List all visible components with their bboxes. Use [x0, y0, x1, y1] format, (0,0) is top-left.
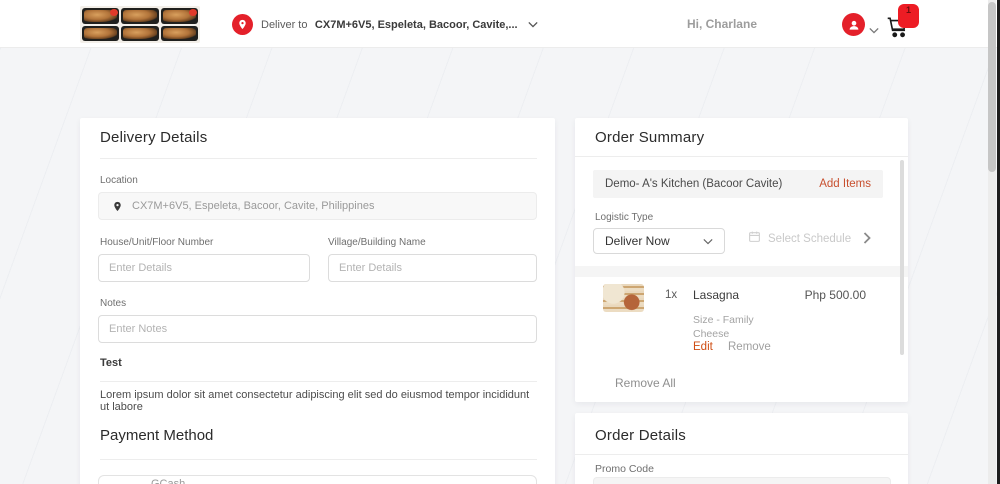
divider	[100, 381, 537, 382]
deliver-address: CX7M+6V5, Espeleta, Bacoor, Cavite,...	[314, 19, 518, 31]
location-field[interactable]: CX7M+6V5, Espeleta, Bacoor, Cavite, Phil…	[98, 192, 537, 220]
chevron-down-icon[interactable]	[869, 21, 879, 39]
test-section-heading: Test	[100, 357, 122, 369]
chevron-down-icon	[703, 232, 713, 250]
location-pin-icon	[232, 13, 253, 35]
order-details-title: Order Details	[595, 427, 686, 444]
house-number-input[interactable]	[98, 254, 310, 282]
item-edit-link[interactable]: Edit	[693, 341, 713, 353]
deliver-prefix: Deliver to	[261, 19, 308, 31]
order-details-card: Order Details Promo Code	[575, 413, 908, 484]
promo-code-input[interactable]	[593, 477, 891, 484]
page-scrollbar-thumb[interactable]	[988, 2, 996, 172]
user-avatar[interactable]	[842, 13, 865, 36]
add-items-link[interactable]: Add Items	[819, 178, 871, 190]
chevron-down-icon	[528, 15, 538, 33]
logo-food-tray	[121, 25, 159, 41]
select-schedule-button[interactable]: Select Schedule	[748, 230, 851, 248]
logo-food-tray	[82, 8, 120, 24]
divider	[575, 454, 908, 455]
promo-code-label: Promo Code	[595, 463, 654, 475]
item-variant-size: Size - Family	[693, 314, 754, 326]
item-thumbnail	[603, 284, 644, 312]
divider	[575, 156, 908, 157]
notes-input[interactable]	[98, 315, 537, 343]
logo-food-tray	[160, 8, 198, 24]
section-separator	[575, 266, 908, 277]
village-name-input[interactable]	[328, 254, 537, 282]
payment-option-label: GCash	[151, 478, 186, 484]
chevron-right-icon[interactable]	[863, 231, 871, 249]
calendar-icon	[748, 230, 761, 248]
divider	[100, 459, 537, 460]
user-greeting: Hi, Charlane	[686, 17, 757, 31]
select-schedule-label: Select Schedule	[768, 233, 852, 245]
order-summary-title: Order Summary	[595, 129, 705, 146]
item-variant-addon: Cheese	[693, 328, 730, 340]
remove-all-link[interactable]: Remove All	[615, 376, 676, 390]
brand-logo[interactable]	[80, 6, 200, 43]
item-remove-link[interactable]: Remove	[728, 341, 771, 353]
order-summary-scrollbar[interactable]	[900, 160, 904, 355]
house-number-label: House/Unit/Floor Number	[100, 237, 214, 248]
item-price: Php 500.00	[804, 288, 866, 302]
order-summary-card: Order Summary Demo- A's Kitchen (Bacoor …	[575, 118, 908, 402]
payment-option-gcash[interactable]: GCash	[98, 475, 537, 484]
logistic-type-dropdown[interactable]: Deliver Now	[593, 228, 725, 254]
logo-food-tray	[82, 25, 120, 41]
person-icon	[849, 20, 858, 30]
logo-food-tray	[160, 25, 198, 41]
location-value: CX7M+6V5, Espeleta, Bacoor, Cavite, Phil…	[132, 200, 375, 212]
map-pin-icon	[112, 200, 123, 213]
restaurant-name: Demo- A's Kitchen (Bacoor Cavite)	[605, 178, 783, 190]
notes-label: Notes	[100, 298, 127, 309]
divider	[100, 158, 537, 159]
item-name: Lasagna	[693, 288, 740, 302]
delivery-details-card: Delivery Details Location CX7M+6V5, Espe…	[80, 118, 555, 484]
deliver-to-text: Deliver to CX7M+6V5, Espeleta, Bacoor, C…	[261, 15, 538, 33]
logistic-type-label: Logistic Type	[595, 212, 654, 223]
delivery-details-title: Delivery Details	[100, 129, 208, 146]
logistic-type-value: Deliver Now	[605, 234, 670, 248]
payment-method-title: Payment Method	[100, 427, 214, 444]
test-section-body: Lorem ipsum dolor sit amet consectetur a…	[100, 389, 530, 413]
logo-food-tray	[121, 8, 159, 24]
cart-count-badge: 1	[898, 4, 919, 28]
item-quantity: 1x	[665, 289, 678, 301]
top-navbar: Deliver to CX7M+6V5, Espeleta, Bacoor, C…	[0, 0, 1000, 48]
delivery-address-selector[interactable]: Deliver to CX7M+6V5, Espeleta, Bacoor, C…	[232, 13, 538, 35]
restaurant-bar: Demo- A's Kitchen (Bacoor Cavite) Add It…	[593, 170, 883, 198]
location-label: Location	[100, 175, 138, 186]
checkout-page: Deliver to CX7M+6V5, Espeleta, Bacoor, C…	[0, 0, 1000, 484]
village-name-label: Village/Building Name	[328, 237, 426, 248]
